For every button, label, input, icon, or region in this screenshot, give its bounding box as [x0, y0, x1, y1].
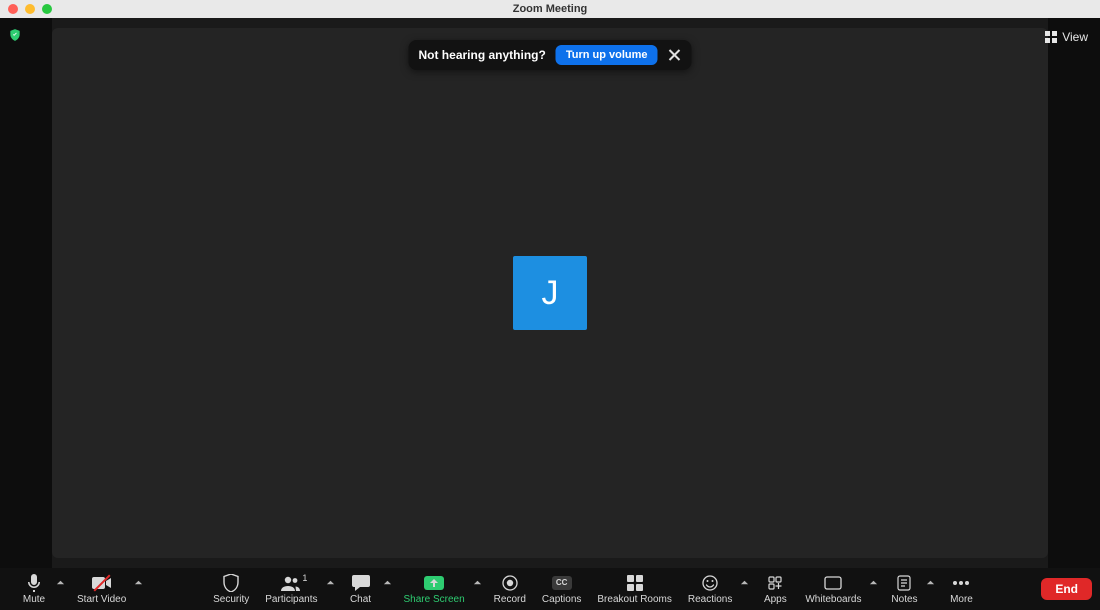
- share-screen-button[interactable]: Share Screen: [396, 568, 473, 610]
- chevron-up-icon: [740, 578, 749, 587]
- view-button[interactable]: View: [1039, 26, 1094, 48]
- toast-close-button[interactable]: [668, 48, 682, 62]
- window-title: Zoom Meeting: [513, 3, 588, 15]
- cc-badge: CC: [552, 576, 572, 590]
- right-strip: [1048, 18, 1100, 568]
- whiteboards-options-chevron[interactable]: [869, 568, 882, 610]
- reactions-options-chevron[interactable]: [740, 568, 753, 610]
- participants-count: 1: [302, 573, 307, 583]
- reactions-label: Reactions: [688, 595, 732, 605]
- participants-label: Participants: [265, 595, 317, 605]
- chat-button[interactable]: Chat: [339, 568, 383, 610]
- chevron-up-icon: [326, 578, 335, 587]
- notes-label: Notes: [891, 595, 917, 605]
- captions-button[interactable]: CC Captions: [534, 568, 589, 610]
- window-minimize-button[interactable]: [25, 4, 35, 14]
- record-icon: [502, 575, 518, 591]
- avatar-initial: J: [542, 274, 559, 313]
- start-video-label: Start Video: [77, 595, 126, 605]
- chevron-up-icon: [134, 578, 143, 587]
- arrow-up-icon: [429, 578, 439, 588]
- participants-icon: [281, 575, 301, 591]
- whiteboards-button[interactable]: Whiteboards: [797, 568, 869, 610]
- window-close-button[interactable]: [8, 4, 18, 14]
- whiteboard-icon: [824, 576, 842, 590]
- window-fullscreen-button[interactable]: [42, 4, 52, 14]
- chevron-up-icon: [473, 578, 482, 587]
- share-options-chevron[interactable]: [473, 568, 486, 610]
- chevron-up-icon: [926, 578, 935, 587]
- chevron-up-icon: [869, 578, 878, 587]
- close-icon: [668, 48, 682, 62]
- chevron-up-icon: [56, 578, 65, 587]
- participant-avatar-tile[interactable]: J: [513, 256, 587, 330]
- chat-options-chevron[interactable]: [383, 568, 396, 610]
- turn-up-volume-button[interactable]: Turn up volume: [556, 45, 658, 65]
- grid-icon: [1045, 31, 1057, 43]
- more-button[interactable]: More: [939, 568, 983, 610]
- breakout-rooms-icon: [627, 575, 643, 591]
- more-icon: [952, 580, 970, 586]
- volume-toast: Not hearing anything? Turn up volume: [408, 40, 691, 70]
- notes-options-chevron[interactable]: [926, 568, 939, 610]
- notes-button[interactable]: Notes: [882, 568, 926, 610]
- view-label: View: [1062, 30, 1088, 44]
- toast-message: Not hearing anything?: [418, 48, 545, 62]
- security-label: Security: [213, 595, 249, 605]
- video-options-chevron[interactable]: [134, 568, 147, 610]
- breakout-rooms-button[interactable]: Breakout Rooms: [589, 568, 679, 610]
- record-button[interactable]: Record: [486, 568, 534, 610]
- encryption-badge[interactable]: [8, 28, 22, 42]
- notes-icon: [897, 575, 911, 591]
- share-screen-label: Share Screen: [404, 595, 465, 605]
- mute-button[interactable]: Mute: [12, 568, 56, 610]
- meeting-area: View Not hearing anything? Turn up volum…: [0, 18, 1100, 568]
- start-video-button[interactable]: Start Video: [69, 568, 134, 610]
- apps-icon: [767, 575, 783, 591]
- security-button[interactable]: Security: [205, 568, 257, 610]
- participants-options-chevron[interactable]: [326, 568, 339, 610]
- shield-icon: [223, 574, 239, 592]
- mute-options-chevron[interactable]: [56, 568, 69, 610]
- microphone-icon: [27, 574, 41, 592]
- end-meeting-button[interactable]: End: [1041, 578, 1092, 600]
- chevron-up-icon: [383, 578, 392, 587]
- apps-label: Apps: [764, 595, 787, 605]
- bottom-toolbar: Mute Start Video Security 1: [0, 568, 1100, 610]
- apps-button[interactable]: Apps: [753, 568, 797, 610]
- smile-icon: [702, 575, 718, 591]
- breakout-rooms-label: Breakout Rooms: [597, 595, 671, 605]
- participants-button[interactable]: 1 Participants: [257, 568, 325, 610]
- record-label: Record: [494, 595, 526, 605]
- captions-label: Captions: [542, 595, 581, 605]
- left-strip: [0, 18, 52, 568]
- window-titlebar: Zoom Meeting: [0, 0, 1100, 18]
- whiteboards-label: Whiteboards: [805, 595, 861, 605]
- traffic-lights: [8, 4, 52, 14]
- chat-label: Chat: [350, 595, 371, 605]
- shield-check-icon: [8, 28, 22, 42]
- mute-label: Mute: [23, 595, 45, 605]
- share-screen-box: [424, 576, 444, 590]
- chat-icon: [352, 575, 370, 591]
- more-label: More: [950, 595, 973, 605]
- reactions-button[interactable]: Reactions: [680, 568, 740, 610]
